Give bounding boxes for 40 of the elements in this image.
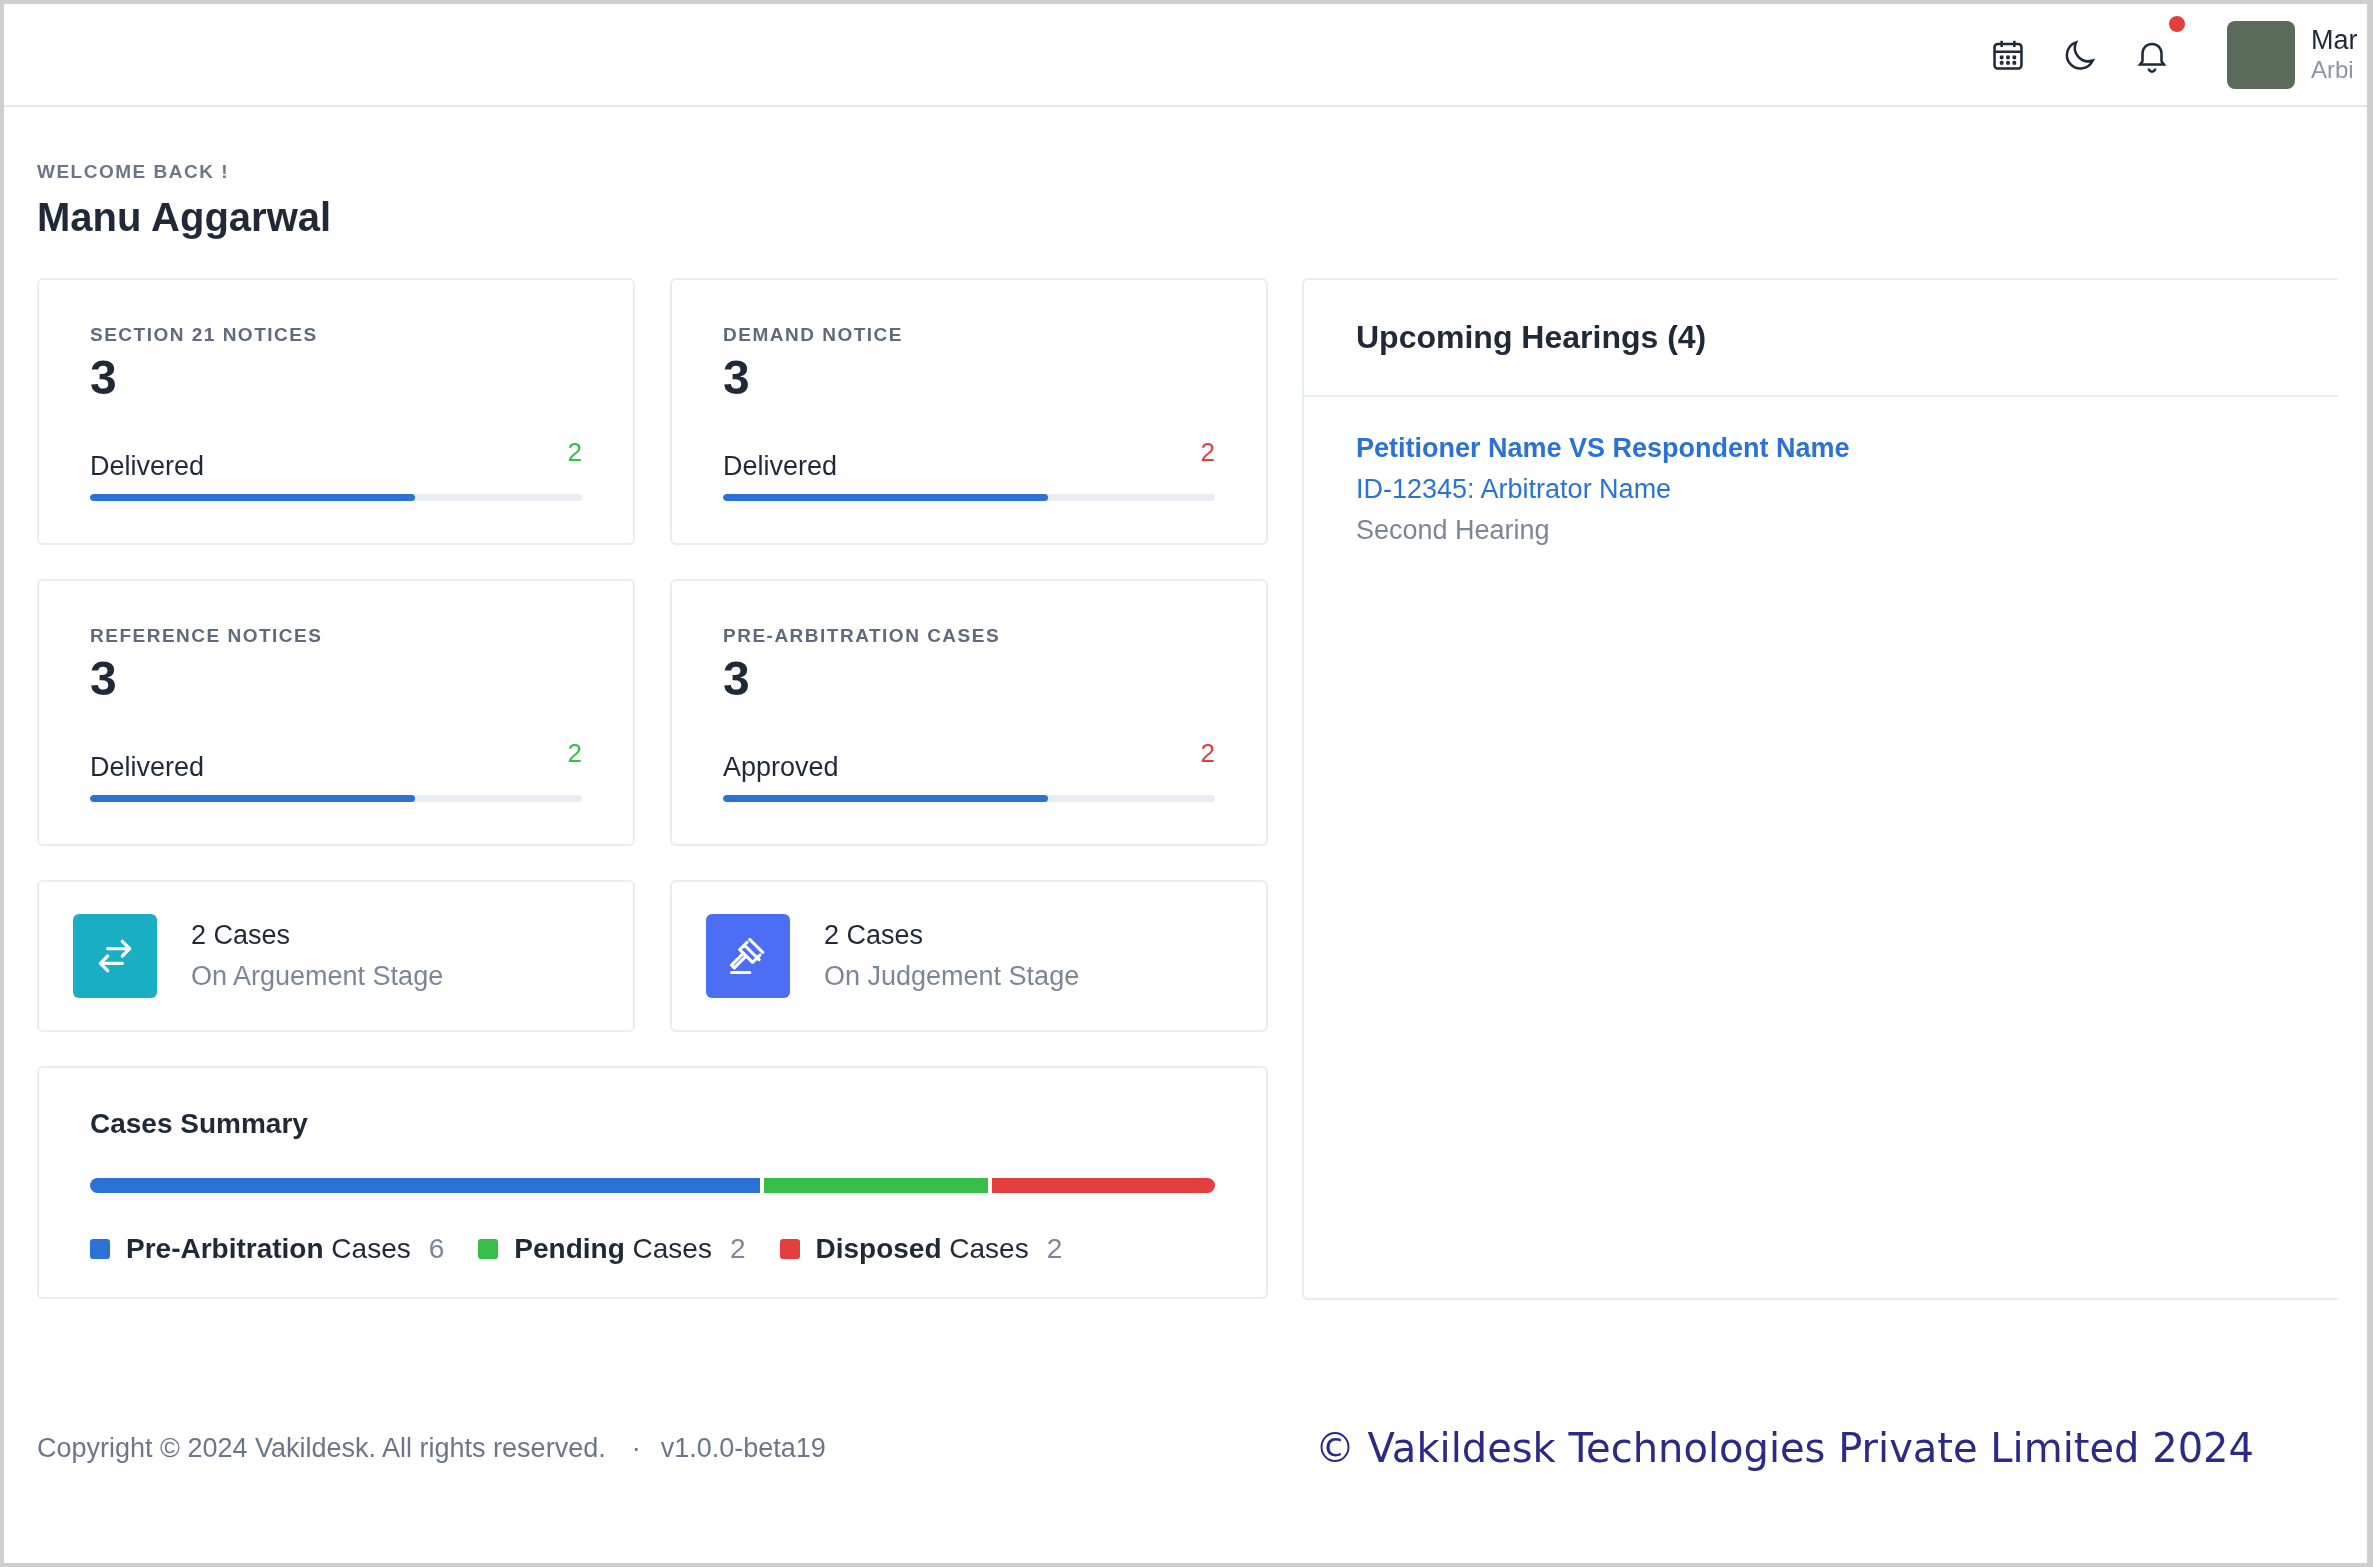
card-title: REFERENCE NOTICES	[90, 625, 324, 647]
separator-dot: ·	[631, 1432, 641, 1464]
status-label: Delivered	[90, 752, 205, 783]
status-label: Delivered	[723, 451, 838, 482]
user-role: Arbi	[2311, 56, 2355, 84]
card-title: Cases Summary	[90, 1108, 309, 1140]
status-count: 2	[567, 738, 582, 769]
legend-count: 2	[1046, 1233, 1063, 1265]
hearing-case-link[interactable]: ID-12345: Arbitrator Name	[1356, 474, 1672, 505]
copyright-text: Copyright © 2024 Vakildesk. All rights reserved.	[37, 1432, 606, 1464]
user-greeting-name: Manu Aggarwal	[37, 195, 333, 240]
status-count: 2	[567, 437, 582, 468]
avatar-photo-placeholder[interactable]	[2227, 20, 2295, 89]
welcome-label: WELCOME BACK !	[37, 161, 230, 183]
card-value: 3	[723, 350, 751, 405]
legend-count: 2	[729, 1233, 746, 1265]
stage-case-count: 2 Cases	[824, 920, 925, 951]
company-caption: © Vakildesk Technologies Private Limited 2024	[1314, 1425, 2254, 1471]
legend-label: Disposed Cases	[815, 1233, 1029, 1265]
status-count: 2	[1200, 437, 1215, 468]
card-title: SECTION 21 NOTICES	[90, 324, 319, 346]
status-label: Delivered	[90, 451, 205, 482]
stage-label: On Judgement Stage	[824, 961, 1080, 992]
status-count: 2	[1200, 738, 1215, 769]
card-value: 3	[90, 350, 118, 405]
user-name: Mar	[2311, 25, 2359, 56]
card-title: PRE-ARBITRATION CASES	[723, 625, 1002, 647]
hearing-parties-link[interactable]: Petitioner Name VS Respondent Name	[1356, 433, 1850, 464]
stage-label: On Arguement Stage	[191, 961, 444, 992]
hearing-stage: Second Hearing	[1356, 515, 1550, 546]
legend-label: Pre-Arbitration Cases	[126, 1233, 411, 1265]
stage-case-count: 2 Cases	[191, 920, 292, 951]
status-label: Approved	[723, 752, 839, 783]
legend-label: Pending Cases	[514, 1233, 712, 1265]
card-title: DEMAND NOTICE	[723, 324, 904, 346]
card-value: 3	[90, 651, 118, 706]
version-text: v1.0.0-beta19	[660, 1432, 826, 1464]
legend-count: 6	[428, 1233, 445, 1265]
panel-title: Upcoming Hearings (4)	[1356, 319, 1707, 356]
card-value: 3	[723, 651, 751, 706]
